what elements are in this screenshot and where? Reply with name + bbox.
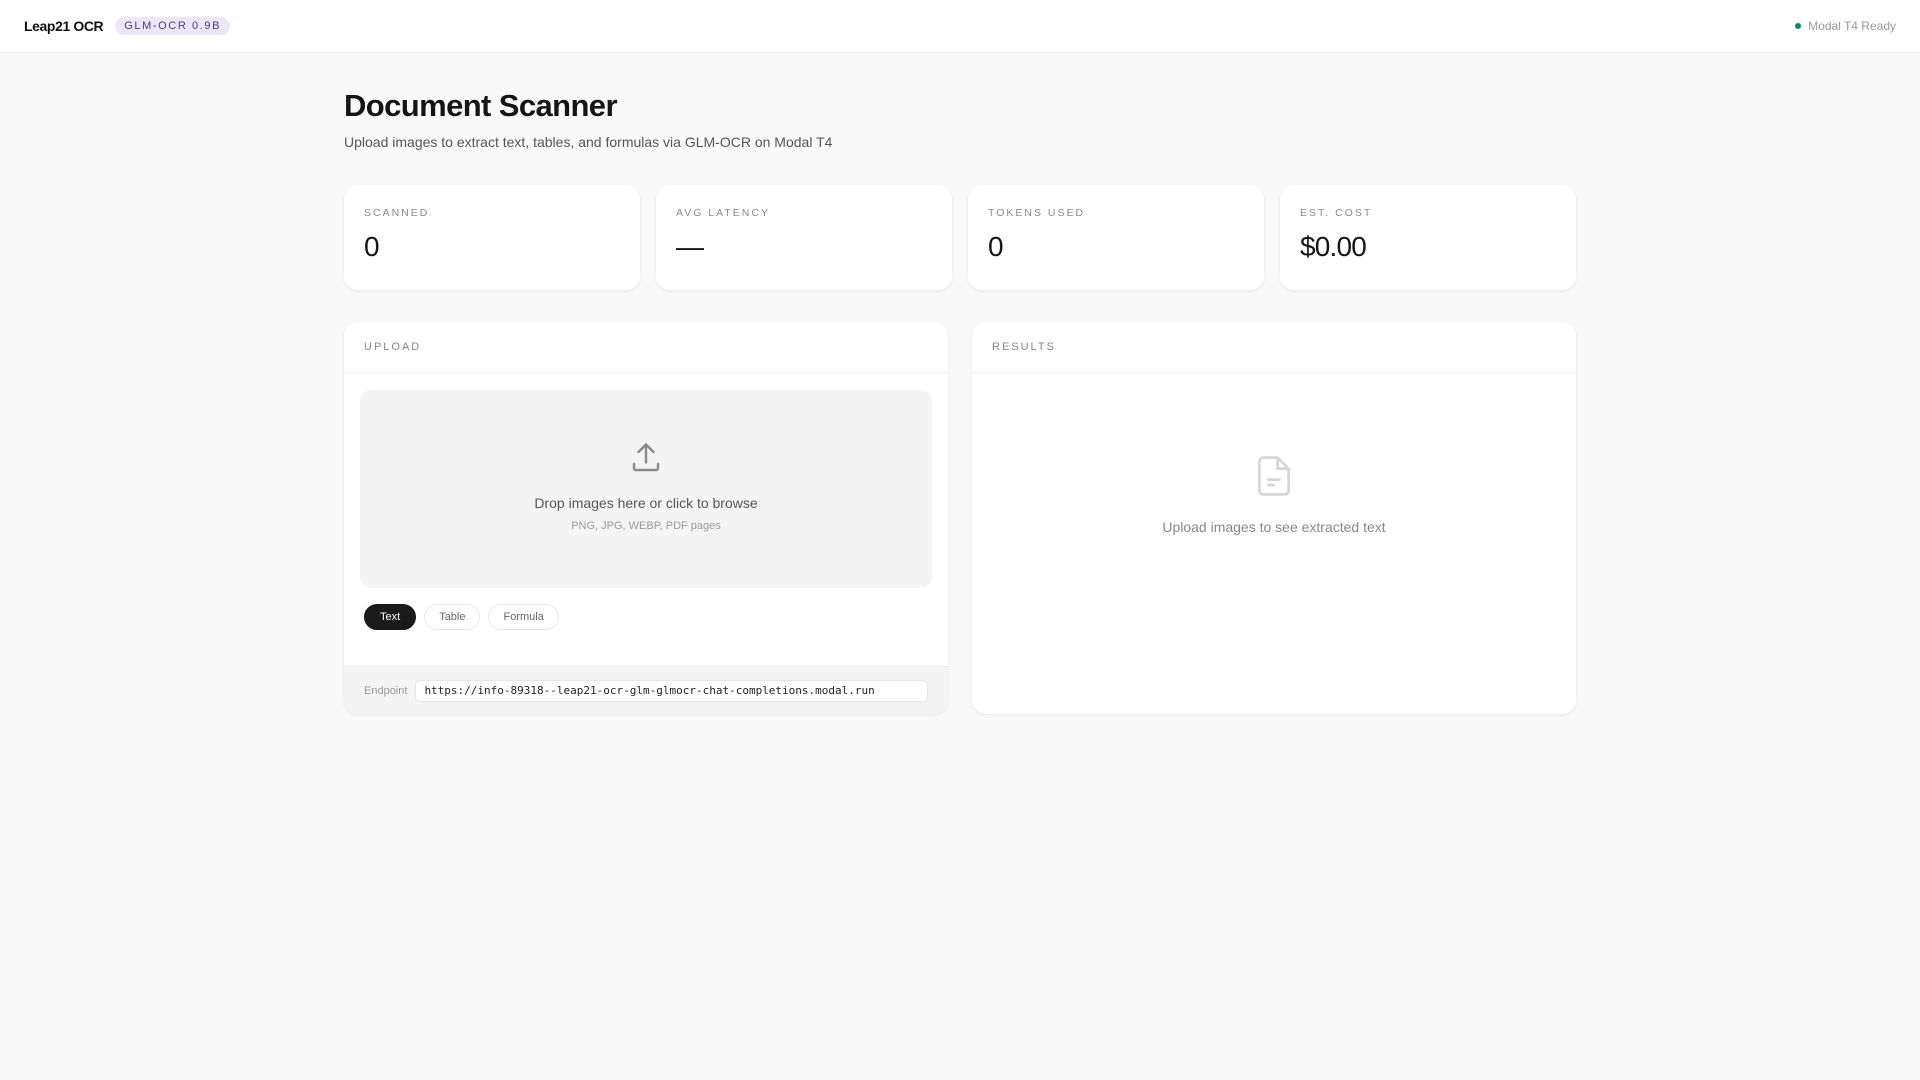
stat-card-avg-latency: AVG LATENCY — bbox=[656, 185, 952, 290]
endpoint-bar: Endpoint https://info-89318--leap21-ocr-… bbox=[344, 666, 948, 714]
stat-value: 0 bbox=[364, 231, 380, 262]
stat-card-tokens-used: TOKENS USED 0 bbox=[968, 185, 1264, 290]
stat-value: — bbox=[676, 231, 704, 262]
results-panel: RESULTS Upload images to see extracted t… bbox=[972, 322, 1576, 714]
page-title: Document Scanner bbox=[344, 88, 618, 123]
mode-text-button[interactable]: Text bbox=[364, 604, 417, 630]
status-indicator: Modal T4 Ready bbox=[1795, 19, 1896, 33]
mode-selector: Text Table Formula bbox=[364, 604, 559, 630]
endpoint-input[interactable]: https://info-89318--leap21-ocr-glm-glmoc… bbox=[415, 679, 928, 702]
mode-table-button[interactable]: Table bbox=[424, 604, 481, 630]
results-empty-state: Upload images to see extracted text bbox=[972, 454, 1576, 535]
stat-value: 0 bbox=[988, 231, 1004, 262]
stat-card-scanned: SCANNED 0 bbox=[344, 185, 640, 290]
endpoint-label: Endpoint bbox=[364, 684, 408, 697]
dropzone-text: Drop images here or click to browse bbox=[534, 495, 758, 511]
stat-card-est-cost: EST. COST $0.00 bbox=[1280, 185, 1576, 290]
results-heading: RESULTS bbox=[972, 322, 1576, 373]
upload-panel: UPLOAD Drop images here or click to brow… bbox=[344, 322, 948, 714]
app-brand: Leap21 OCR bbox=[24, 18, 104, 34]
page-subtitle: Upload images to extract text, tables, a… bbox=[344, 134, 833, 150]
dropzone-hint: PNG, JPG, WEBP, PDF pages bbox=[571, 520, 721, 532]
stat-value: $0.00 bbox=[1300, 231, 1367, 262]
model-badge: GLM-OCR 0.9B bbox=[115, 17, 231, 35]
upload-heading: UPLOAD bbox=[344, 322, 948, 373]
stat-label: EST. COST bbox=[1300, 207, 1373, 219]
stat-label: AVG LATENCY bbox=[676, 207, 770, 219]
stat-label: SCANNED bbox=[364, 207, 430, 219]
stats-row: SCANNED 0 AVG LATENCY — TOKENS USED 0 EST. … bbox=[344, 185, 1576, 290]
mode-formula-button[interactable]: Formula bbox=[488, 604, 559, 630]
status-dot-icon bbox=[1795, 23, 1802, 29]
results-empty-text: Upload images to see extracted text bbox=[1162, 519, 1386, 535]
stat-label: TOKENS USED bbox=[988, 207, 1086, 219]
upload-icon bbox=[632, 443, 660, 472]
document-icon bbox=[1257, 456, 1291, 496]
top-bar: Leap21 OCR GLM-OCR 0.9B Modal T4 Ready bbox=[0, 0, 1920, 53]
dropzone[interactable]: Drop images here or click to browse PNG,… bbox=[360, 390, 932, 588]
status-text: Modal T4 Ready bbox=[1808, 19, 1896, 33]
